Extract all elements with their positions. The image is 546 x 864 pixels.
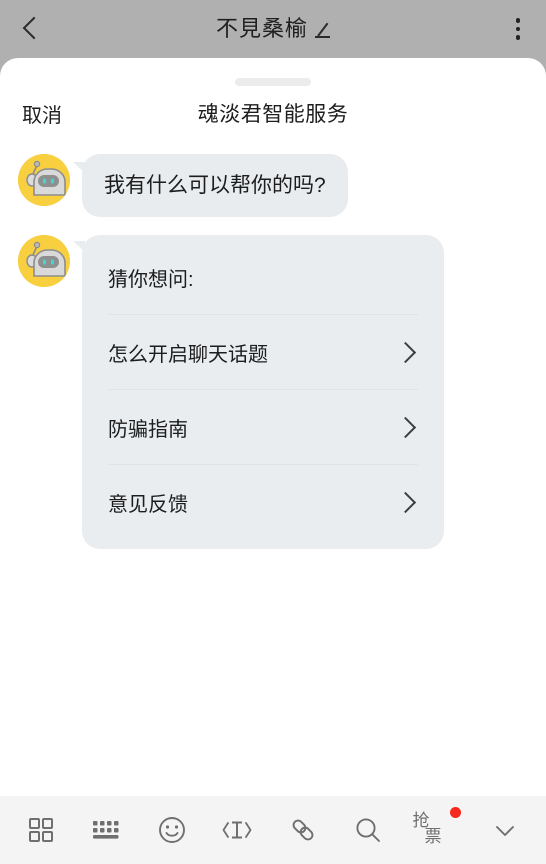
cancel-button[interactable]: 取消	[22, 99, 62, 128]
sheet-header: 取消 魂淡君智能服务	[0, 86, 546, 140]
more-vertical-icon-dot	[515, 35, 521, 40]
suggestion-card: 猜你想问: 怎么开启聊天话题 防骗指南 意见反馈	[73, 235, 444, 550]
more-vertical-icon-dot	[515, 18, 521, 23]
keyboard-icon[interactable]	[83, 807, 129, 853]
chevron-right-icon	[398, 345, 412, 359]
suggestion-card-title: 猜你想问:	[108, 269, 194, 292]
suggestion-item-2[interactable]: 意见反馈	[108, 464, 418, 539]
chevron-right-icon	[398, 495, 412, 509]
page-title: 不見桑榆	[215, 16, 308, 41]
back-button[interactable]	[0, 0, 60, 58]
chat-area: 我有什么可以帮你的吗? 猜你想问: 怎么开启聊天话题 防骗指南 意见反馈	[0, 140, 546, 550]
ticket-label-bottom: 票	[424, 827, 442, 846]
top-navbar: 不見桑榆	[0, 0, 546, 58]
text-cursor-icon[interactable]	[214, 807, 260, 853]
pencil-icon[interactable]	[315, 20, 334, 39]
suggestion-item-label: 怎么开启聊天话题	[108, 343, 268, 366]
notification-badge-dot	[449, 807, 461, 818]
ticket-grab-button[interactable]: 抢 票	[411, 807, 463, 853]
suggestion-item-label: 防骗指南	[108, 418, 188, 441]
sheet-title: 魂淡君智能服务	[197, 103, 349, 126]
search-icon[interactable]	[345, 807, 391, 853]
link-icon[interactable]	[280, 807, 326, 853]
suggestion-item-label: 意见反馈	[108, 493, 188, 516]
chevron-down-icon[interactable]	[482, 807, 528, 853]
suggestion-card-row: 猜你想问: 怎么开启聊天话题 防骗指南 意见反馈	[0, 235, 546, 550]
sheet-drag-handle[interactable]	[235, 78, 311, 86]
more-menu-button[interactable]	[490, 0, 546, 58]
grid-icon[interactable]	[18, 807, 64, 853]
more-vertical-icon-dot	[515, 26, 521, 32]
phone-screen: 不見桑榆 取消 魂淡君智能服务 我有什么可以帮你的吗? 猜你想问: 怎么开启聊天…	[0, 0, 546, 864]
smiley-icon[interactable]	[149, 807, 195, 853]
chat-message-row: 我有什么可以帮你的吗?	[0, 154, 546, 218]
robot-avatar-icon	[18, 235, 70, 288]
bot-message-text: 我有什么可以帮你的吗?	[104, 174, 326, 197]
suggestion-item-0[interactable]: 怎么开启聊天话题	[108, 314, 418, 389]
bottom-toolbar: 抢 票	[0, 796, 546, 864]
chevron-right-icon	[398, 420, 412, 434]
chevron-left-icon	[23, 16, 38, 42]
bot-message-bubble: 我有什么可以帮你的吗?	[73, 154, 348, 218]
nav-title-group: 不見桑榆	[60, 18, 490, 40]
robot-avatar-icon	[18, 154, 70, 206]
assistant-sheet: 取消 魂淡君智能服务 我有什么可以帮你的吗? 猜你想问: 怎么开启聊天话题 防骗…	[0, 58, 546, 864]
suggestion-item-1[interactable]: 防骗指南	[108, 389, 418, 464]
